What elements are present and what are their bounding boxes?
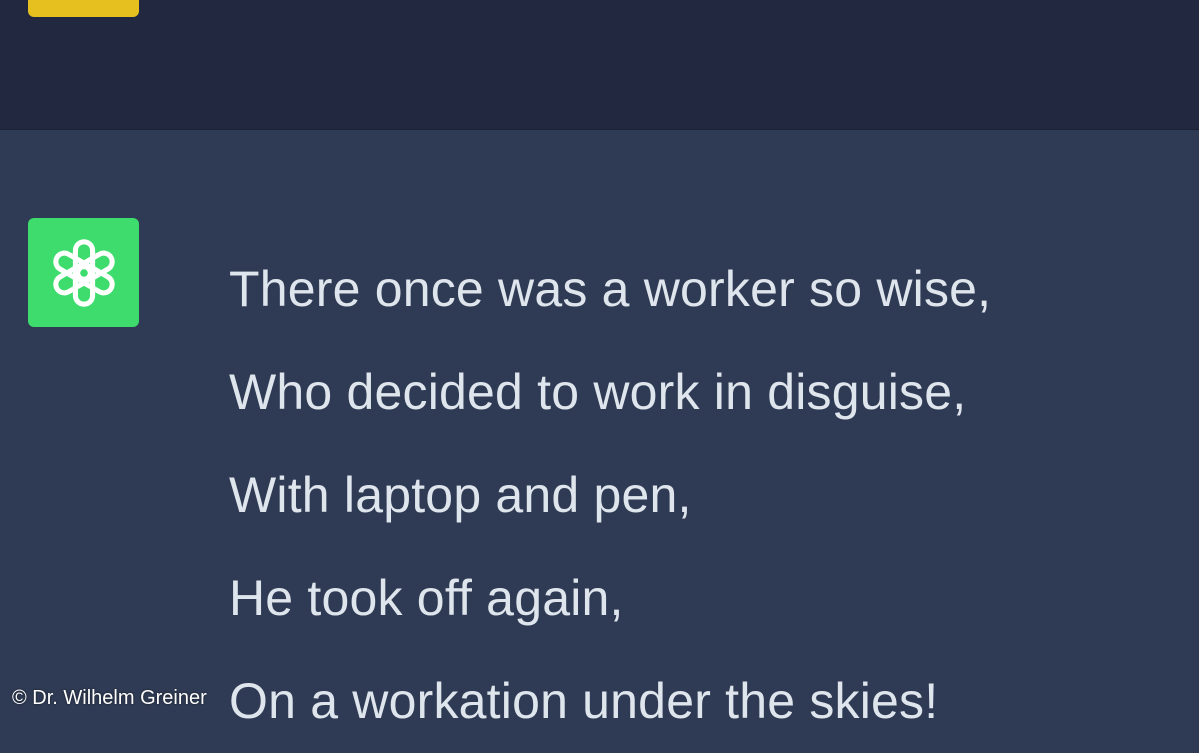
user-avatar	[28, 0, 139, 17]
poem-line: Who decided to work in disguise,	[229, 364, 967, 420]
copyright-credit: © Dr. Wilhelm Greiner	[12, 687, 207, 709]
assistant-message-text: There once was a worker so wise, Who dec…	[229, 238, 991, 753]
user-message-row	[0, 0, 1199, 130]
poem-line: With laptop and pen,	[229, 467, 692, 523]
assistant-message-row: There once was a worker so wise, Who dec…	[0, 130, 1199, 729]
poem-line: He took off again,	[229, 570, 624, 626]
assistant-avatar	[28, 218, 139, 327]
poem-line: There once was a worker so wise,	[229, 261, 992, 317]
openai-logo-icon	[52, 238, 115, 307]
poem-line: On a workation under the skies!	[229, 673, 939, 729]
